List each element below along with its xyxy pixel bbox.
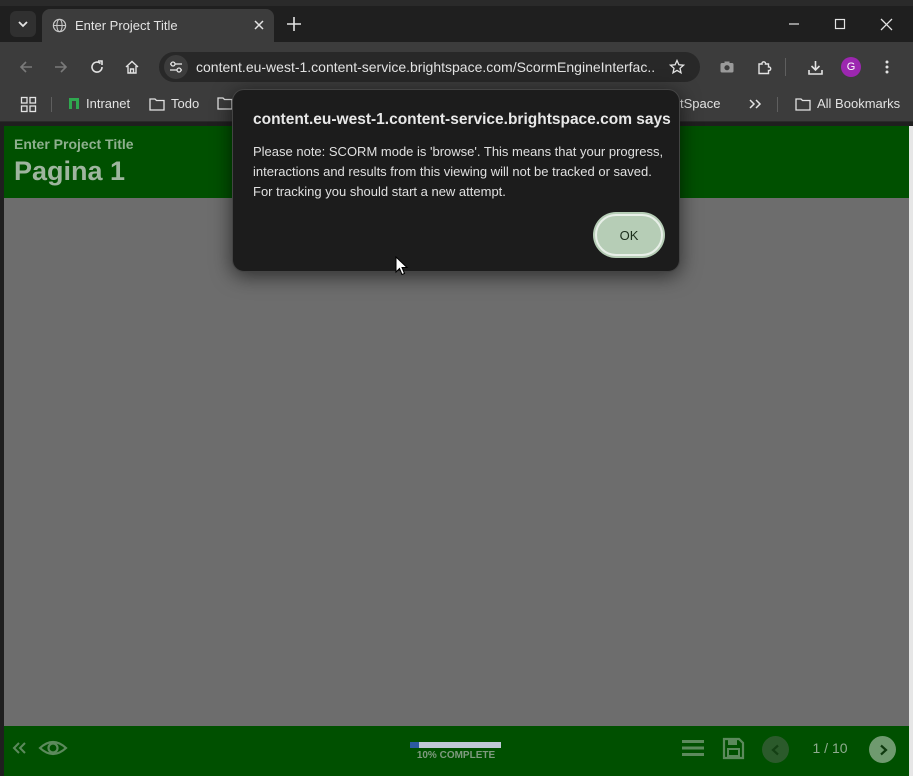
- site-info-button[interactable]: [164, 55, 188, 79]
- folder-icon: [149, 97, 165, 111]
- menu-button[interactable]: [872, 52, 902, 82]
- bookmark-todo-label: Todo: [171, 96, 200, 111]
- bookmark-intranet[interactable]: Intranet: [68, 96, 130, 111]
- tune-icon: [170, 61, 182, 73]
- new-tab-button[interactable]: [283, 13, 305, 35]
- bookmark-brightspace[interactable]: tSpace: [680, 96, 720, 111]
- dialog-message: Please note: SCORM mode is 'browse'. Thi…: [253, 144, 664, 199]
- page-counter: 1 / 10: [812, 740, 848, 756]
- download-icon: [807, 60, 823, 75]
- home-button[interactable]: [117, 52, 147, 82]
- close-tab-icon[interactable]: [252, 18, 266, 32]
- puzzle-icon: [757, 60, 771, 74]
- bookmarks-divider: [777, 97, 778, 112]
- bookmark-folder-todo[interactable]: Todo: [149, 96, 199, 111]
- all-bookmarks-button[interactable]: All Bookmarks: [795, 96, 900, 111]
- minimize-button[interactable]: [771, 6, 817, 42]
- alert-dialog: content.eu-west-1.content-service.bright…: [232, 89, 680, 272]
- bookmark-star-icon[interactable]: [669, 59, 685, 75]
- collapse-sidebar-button[interactable]: [10, 739, 28, 757]
- camera-icon: [720, 61, 734, 73]
- active-tab[interactable]: Enter Project Title: [42, 9, 274, 42]
- extensions-button[interactable]: [749, 52, 779, 82]
- maximize-icon: [834, 18, 846, 30]
- table-of-contents-button[interactable]: [681, 737, 705, 759]
- more-vert-icon: [885, 60, 889, 74]
- next-page-button[interactable]: [869, 736, 896, 763]
- page-heading: Pagina 1: [14, 156, 126, 186]
- browser-window: Enter Project Title content.eu-west-1.co…: [0, 0, 913, 776]
- arrow-left-icon: [19, 61, 32, 73]
- plus-icon: [287, 17, 301, 31]
- chevron-left-icon: [770, 744, 779, 755]
- mouse-cursor-icon: [395, 256, 409, 276]
- forward-button[interactable]: [46, 52, 76, 82]
- globe-icon: [52, 18, 67, 33]
- downloads-button[interactable]: [800, 52, 830, 82]
- bookmark-partial-label: tSpace: [680, 96, 721, 111]
- project-title: Enter Project Title: [14, 136, 134, 152]
- chevron-right-icon: [879, 744, 888, 755]
- bookmark-folder-partial[interactable]: [217, 96, 233, 110]
- close-icon: [880, 18, 892, 30]
- progress-bar-fill: [410, 742, 419, 748]
- bookmarks-divider: [51, 97, 52, 112]
- dialog-title: content.eu-west-1.content-service.bright…: [253, 111, 671, 128]
- home-icon: [125, 60, 139, 74]
- tab-title: Enter Project Title: [75, 18, 178, 33]
- double-chevron-left-icon: [12, 742, 26, 754]
- more-bookmarks-button[interactable]: [747, 96, 763, 112]
- save-icon: [722, 737, 745, 760]
- reload-icon: [91, 60, 103, 73]
- folder-icon: [217, 97, 233, 110]
- close-window-button[interactable]: [863, 6, 909, 42]
- toolbar-divider: [785, 58, 786, 76]
- minimize-icon: [789, 23, 799, 25]
- progress-bar: [410, 742, 501, 748]
- previous-page-button[interactable]: [762, 736, 789, 763]
- progress-label: 10% COMPLETE: [416, 750, 496, 761]
- save-button[interactable]: [722, 737, 745, 760]
- folder-icon: [795, 97, 811, 111]
- chevron-down-icon: [18, 21, 28, 28]
- apps-grid-icon: [20, 96, 37, 113]
- reload-button[interactable]: [82, 52, 112, 82]
- back-button[interactable]: [11, 52, 41, 82]
- all-bookmarks-label: All Bookmarks: [817, 96, 901, 111]
- eye-icon: [38, 740, 68, 756]
- screenshot-extension-button[interactable]: [712, 52, 742, 82]
- apps-button[interactable]: [20, 96, 37, 113]
- tab-search-button[interactable]: [10, 11, 36, 37]
- ok-button[interactable]: OK: [595, 214, 663, 256]
- accessibility-view-button[interactable]: [38, 736, 68, 760]
- double-chevron-right-icon: [749, 99, 762, 109]
- arrow-right-icon: [55, 61, 68, 73]
- maximize-button[interactable]: [817, 6, 863, 42]
- adjacent-window-edge: [909, 126, 913, 776]
- intranet-icon: [69, 98, 79, 109]
- url-text[interactable]: content.eu-west-1.content-service.bright…: [196, 59, 656, 77]
- hamburger-menu-icon: [682, 740, 704, 756]
- profile-avatar[interactable]: G: [841, 57, 861, 77]
- bookmark-intranet-label: Intranet: [86, 96, 131, 111]
